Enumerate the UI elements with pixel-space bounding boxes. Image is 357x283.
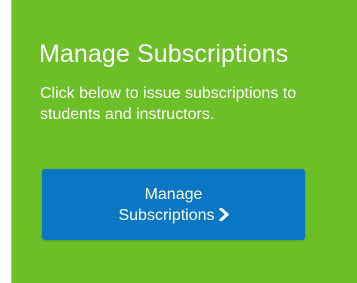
button-label-line2-wrap: Subscriptions	[42, 205, 305, 226]
card-description: Click below to issue subscriptions to st…	[40, 85, 297, 123]
button-label-line1: Manage	[144, 185, 203, 203]
manage-subscriptions-button[interactable]: Manage Subscriptions	[42, 169, 305, 240]
button-label-line2: Subscriptions	[118, 206, 215, 224]
manage-subscriptions-card: Manage Subscriptions Click below to issu…	[11, 0, 357, 283]
page-frame: Manage Subscriptions Click below to issu…	[0, 0, 357, 283]
chevron-right-icon	[218, 207, 229, 221]
card-title: Manage Subscriptions	[39, 40, 289, 68]
